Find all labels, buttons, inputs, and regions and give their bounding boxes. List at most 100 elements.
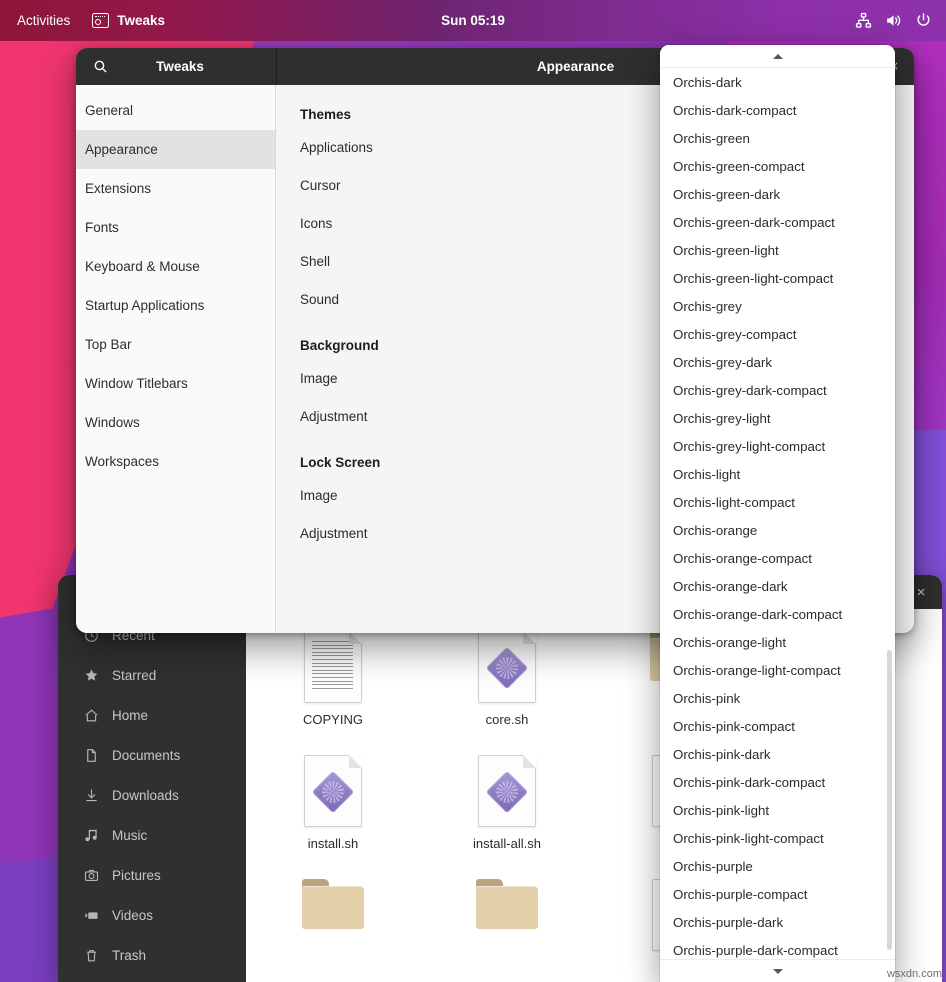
setting-label: Image <box>300 488 338 503</box>
sidebar-item-trash[interactable]: Trash <box>58 935 246 975</box>
dropdown-item[interactable]: Orchis-grey-light-compact <box>660 432 895 460</box>
dropdown-item[interactable]: Orchis-pink-compact <box>660 712 895 740</box>
chevron-down-icon <box>773 969 783 974</box>
sidebar-item-keyboard-mouse[interactable]: Keyboard & Mouse <box>76 247 275 286</box>
watermark: wsxdn.com <box>887 968 942 980</box>
setting-label: Cursor <box>300 178 341 193</box>
sidebar-item-label: Top Bar <box>85 337 132 352</box>
sidebar-item-label: General <box>85 103 133 118</box>
files-sidebar: Recent Starred Home <box>58 609 246 982</box>
search-button[interactable] <box>82 59 118 74</box>
sidebar-item-workspaces[interactable]: Workspaces <box>76 442 275 481</box>
tweaks-titlebar-left: Tweaks <box>76 48 277 85</box>
sidebar-item-starred[interactable]: Starred <box>58 655 246 695</box>
dropdown-item[interactable]: Orchis-light <box>660 460 895 488</box>
activities-button[interactable]: Activities <box>11 10 76 31</box>
screen: Activities Tweaks Sun 05:19 <box>0 0 946 982</box>
sidebar-item-general[interactable]: General <box>76 91 275 130</box>
dropdown-item[interactable]: Orchis-grey-compact <box>660 320 895 348</box>
dropdown-scroll-up-button[interactable] <box>660 45 895 68</box>
dropdown-item[interactable]: Orchis-purple-compact <box>660 880 895 908</box>
sidebar-item-appearance[interactable]: Appearance <box>76 130 275 169</box>
sidebar-item-label: Videos <box>112 908 153 923</box>
sidebar-item-videos[interactable]: Videos <box>58 895 246 935</box>
trash-icon <box>84 948 99 963</box>
shell-script-icon <box>304 755 362 827</box>
dropdown-item[interactable]: Orchis-green-light-compact <box>660 264 895 292</box>
dropdown-list[interactable]: Orchis-darkOrchis-dark-compactOrchis-gre… <box>660 68 895 959</box>
dropdown-item[interactable]: Orchis-dark <box>660 68 895 96</box>
setting-label: Icons <box>300 216 332 231</box>
sidebar-item-label: Downloads <box>112 788 179 803</box>
file-item[interactable]: COPYING <box>246 627 420 751</box>
system-status-area[interactable] <box>855 12 946 29</box>
home-icon <box>84 708 99 723</box>
sidebar-item-top-bar[interactable]: Top Bar <box>76 325 275 364</box>
dropdown-item[interactable]: Orchis-dark-compact <box>660 96 895 124</box>
folder-icon <box>302 879 364 929</box>
dropdown-item[interactable]: Orchis-pink-light-compact <box>660 824 895 852</box>
file-item[interactable]: install-all.sh <box>420 751 594 875</box>
sidebar-item-music[interactable]: Music <box>58 815 246 855</box>
app-menu-label: Tweaks <box>117 13 165 28</box>
document-lines <box>312 641 353 689</box>
dropdown-item[interactable]: Orchis-light-compact <box>660 488 895 516</box>
dropdown-item[interactable]: Orchis-grey-light <box>660 404 895 432</box>
file-label: install-all.sh <box>473 836 541 851</box>
dropdown-item[interactable]: Orchis-pink-light <box>660 796 895 824</box>
sidebar-item-fonts[interactable]: Fonts <box>76 208 275 247</box>
sidebar-item-downloads[interactable]: Downloads <box>58 775 246 815</box>
file-item[interactable] <box>246 875 420 982</box>
folder-icon <box>476 879 538 929</box>
file-item[interactable]: install.sh <box>246 751 420 875</box>
tweaks-sidebar: General Appearance Extensions Fonts Keyb… <box>76 85 276 633</box>
sidebar-item-extensions[interactable]: Extensions <box>76 169 275 208</box>
dropdown-item[interactable]: Orchis-orange-dark <box>660 572 895 600</box>
file-label: COPYING <box>303 712 363 727</box>
dropdown-item[interactable]: Orchis-orange-dark-compact <box>660 600 895 628</box>
dropdown-item[interactable]: Orchis-orange-light <box>660 628 895 656</box>
tweaks-sidebar-title: Tweaks <box>118 59 276 74</box>
dropdown-item[interactable]: Orchis-orange-light-compact <box>660 656 895 684</box>
dropdown-item[interactable]: Orchis-pink-dark <box>660 740 895 768</box>
shell-script-glyph <box>312 771 354 813</box>
dropdown-scrollbar-thumb[interactable] <box>887 650 892 950</box>
sidebar-item-documents[interactable]: Documents <box>58 735 246 775</box>
setting-label: Adjustment <box>300 409 368 424</box>
shell-theme-dropdown[interactable]: Orchis-darkOrchis-dark-compactOrchis-gre… <box>660 45 895 982</box>
dropdown-item[interactable]: Orchis-green <box>660 124 895 152</box>
file-item[interactable]: core.sh <box>420 627 594 751</box>
dropdown-item[interactable]: Orchis-grey-dark-compact <box>660 376 895 404</box>
sidebar-item-pictures[interactable]: Pictures <box>58 855 246 895</box>
star-icon <box>84 668 99 683</box>
sidebar-item-window-titlebars[interactable]: Window Titlebars <box>76 364 275 403</box>
dropdown-item[interactable]: Orchis-purple-dark <box>660 908 895 936</box>
dropdown-item[interactable]: Orchis-pink-dark-compact <box>660 768 895 796</box>
dropdown-item[interactable]: Orchis-purple <box>660 852 895 880</box>
dropdown-item[interactable]: Orchis-orange-compact <box>660 544 895 572</box>
sidebar-item-startup-applications[interactable]: Startup Applications <box>76 286 275 325</box>
dropdown-scrollbar[interactable] <box>886 90 893 937</box>
dropdown-item[interactable]: Orchis-green-dark-compact <box>660 208 895 236</box>
sidebar-item-windows[interactable]: Windows <box>76 403 275 442</box>
dropdown-item[interactable]: Orchis-grey-dark <box>660 348 895 376</box>
setting-label: Shell <box>300 254 330 269</box>
gnome-top-bar: Activities Tweaks Sun 05:19 <box>0 0 946 41</box>
sidebar-item-home[interactable]: Home <box>58 695 246 735</box>
dropdown-scroll-down-button[interactable] <box>660 959 895 982</box>
dropdown-item[interactable]: Orchis-green-light <box>660 236 895 264</box>
file-item[interactable] <box>420 875 594 982</box>
dropdown-item[interactable]: Orchis-green-dark <box>660 180 895 208</box>
dropdown-item[interactable]: Orchis-orange <box>660 516 895 544</box>
music-icon <box>84 828 99 843</box>
shell-script-glyph <box>486 647 528 689</box>
setting-label: Applications <box>300 140 373 155</box>
dropdown-item[interactable]: Orchis-pink <box>660 684 895 712</box>
dropdown-item[interactable]: Orchis-purple-dark-compact <box>660 936 895 959</box>
app-menu-button[interactable]: Tweaks <box>92 13 165 28</box>
sidebar-item-label: Keyboard & Mouse <box>85 259 200 274</box>
dropdown-item[interactable]: Orchis-grey <box>660 292 895 320</box>
chevron-up-icon <box>773 54 783 59</box>
volume-icon <box>885 12 902 29</box>
dropdown-item[interactable]: Orchis-green-compact <box>660 152 895 180</box>
